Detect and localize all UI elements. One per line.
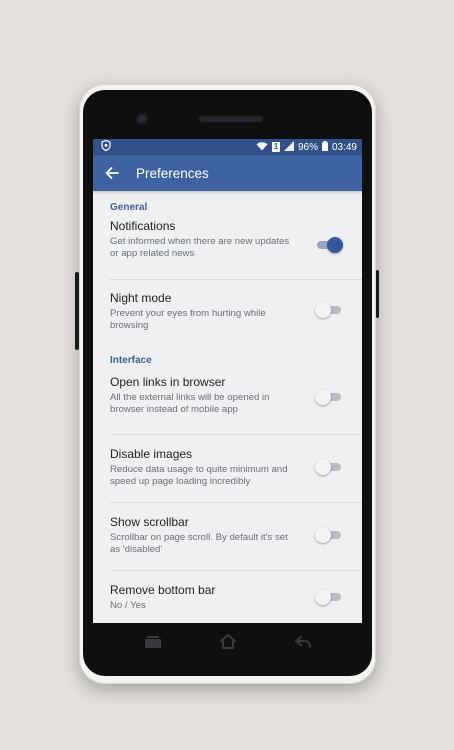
pref-show-scrollbar[interactable]: Show scrollbar Scrollbar on page scroll.… [110,503,362,571]
battery-icon [321,140,328,154]
night-mode-toggle[interactable] [315,302,343,318]
pref-open-links-in-browser[interactable]: Open links in browser All the external l… [110,367,362,435]
notifications-toggle[interactable] [315,237,343,253]
pref-remove-bottom-bar[interactable]: Remove bottom bar No / Yes [110,571,362,623]
preferences-list: General Notifications Get informed when … [93,191,362,623]
open-links-toggle[interactable] [315,389,343,405]
status-bar: 1 96% 03:49 [93,139,362,155]
vpn-shield-icon [101,139,111,154]
pref-summary: Scrollbar on page scroll. By default it'… [110,532,288,555]
section-header-interface: Interface [110,355,152,366]
pref-title: Night mode [110,291,172,305]
disable-images-toggle[interactable] [315,459,343,475]
arrow-left-icon[interactable] [94,155,130,191]
sim-badge: 1 [271,142,280,152]
app-toolbar: Preferences [93,155,362,191]
pref-title: Disable images [110,447,193,461]
front-camera [138,115,146,123]
screen: 1 96% 03:49 Preferences General Notifica… [93,139,362,623]
section-header-general: General [110,202,148,213]
recent-apps-icon[interactable] [141,630,165,654]
home-icon[interactable] [216,630,240,654]
page-title: Preferences [136,165,209,181]
wifi-icon [256,141,268,154]
pref-summary: Get informed when there are new updates … [110,236,290,259]
pref-title: Notifications [110,219,176,233]
volume-button [75,272,79,350]
back-icon[interactable] [291,630,315,654]
pref-summary: No / Yes [110,600,146,611]
earpiece-speaker [198,114,264,122]
pref-night-mode[interactable]: Night mode Prevent your eyes from hurtin… [110,280,362,347]
remove-bottom-bar-toggle[interactable] [315,589,343,605]
show-scrollbar-toggle[interactable] [315,527,343,543]
pref-title: Open links in browser [110,375,226,389]
pref-notifications[interactable]: Notifications Get informed when there ar… [110,212,362,280]
power-button [376,270,379,318]
pref-summary: Prevent your eyes from hurting while bro… [110,308,266,331]
signal-icon [283,140,294,154]
pref-disable-images[interactable]: Disable images Reduce data usage to quit… [110,435,362,503]
battery-percent: 96% [297,141,318,153]
clock: 03:49 [331,141,357,153]
system-navigation-bar [93,623,362,660]
pref-title: Remove bottom bar [110,583,216,597]
pref-title: Show scrollbar [110,515,189,529]
pref-summary: All the external links will be opened in… [110,392,270,415]
pref-summary: Reduce data usage to quite minimum and s… [110,464,288,487]
